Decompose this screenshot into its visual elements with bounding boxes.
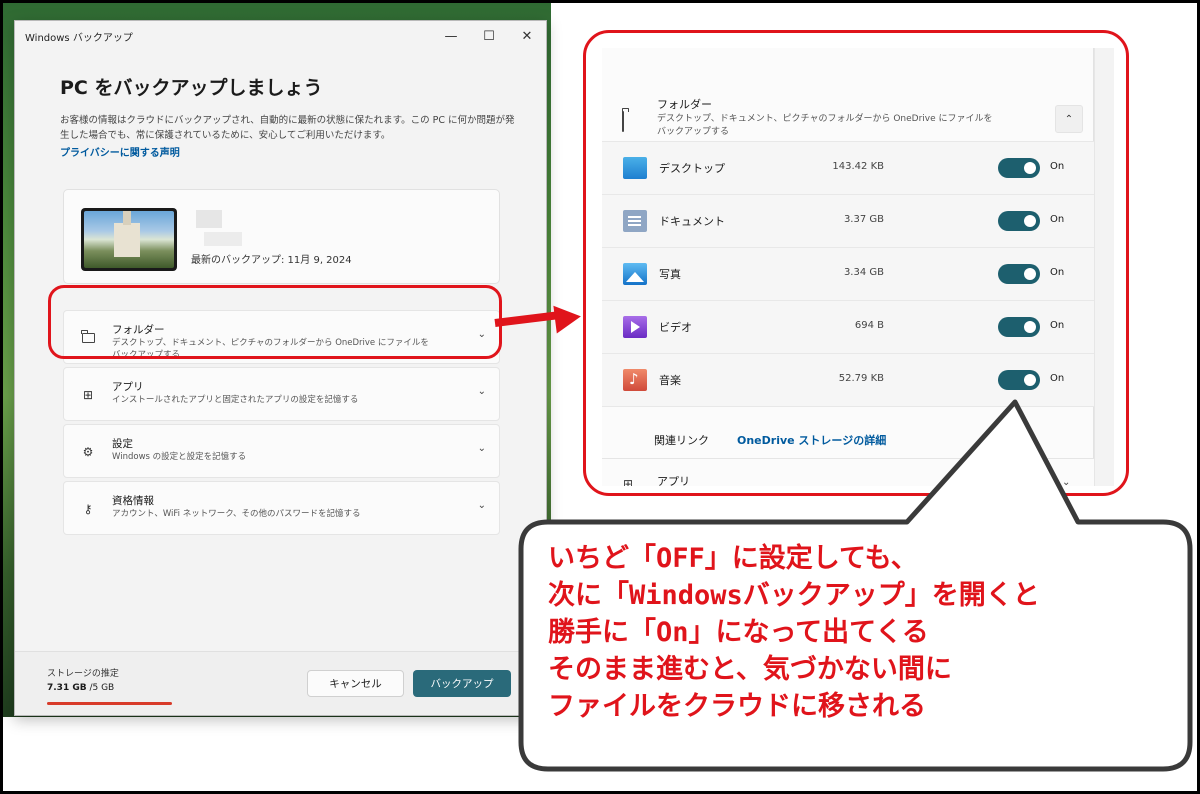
annotation-line: そのまま進むと、気づかない間に: [548, 654, 952, 685]
annotation-line: 勝手に「On」になって出てくる: [548, 617, 929, 648]
annotation-line: いちど「OFF」に設定しても、: [548, 543, 918, 574]
annotation-line: ファイルをクラウドに移される: [548, 691, 926, 722]
annotation-text: いちど「OFF」に設定しても、 次に「Windowsバックアップ」を開くと 勝手…: [548, 540, 1178, 725]
annotation-line: 次に「Windowsバックアップ」を開くと: [548, 580, 1040, 611]
